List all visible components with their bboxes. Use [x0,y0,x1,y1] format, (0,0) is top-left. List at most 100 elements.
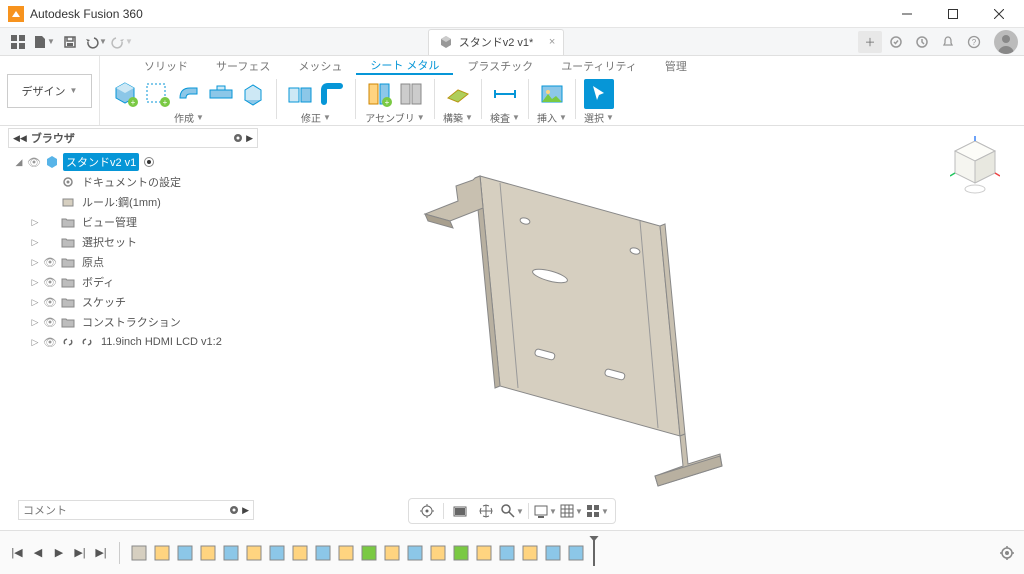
timeline-feature[interactable] [221,543,241,563]
timeline-feature[interactable] [175,543,195,563]
notifications-button[interactable] [936,31,960,53]
undo-button[interactable]: ▼ [84,31,108,53]
create-group-label[interactable]: 作成▼ [174,110,204,125]
flange-button[interactable] [174,79,204,109]
visibility-toggle[interactable]: 👁 [27,156,41,169]
select-group-label[interactable]: 選択▼ [584,110,614,125]
timeline-feature[interactable] [428,543,448,563]
timeline-feature[interactable] [520,543,540,563]
as-built-joint-button[interactable] [396,79,426,109]
display-settings-button[interactable]: ▼ [533,500,557,522]
pan-button[interactable] [474,500,498,522]
minimize-button[interactable] [884,0,930,28]
select-button[interactable] [584,79,614,109]
ribbon-tab-sheetmetal[interactable]: シート メタル [356,57,453,75]
close-button[interactable] [976,0,1022,28]
timeline-feature[interactable] [543,543,563,563]
comment-expand-icon[interactable]: ▶ [242,505,249,516]
browser-header[interactable]: ◀◀ ブラウザ ▶ [8,128,258,148]
viewport-button[interactable]: ▼ [585,500,609,522]
tree-item[interactable]: ▷👁11.9inch HDMI LCD v1:2 [14,332,258,352]
timeline-feature[interactable] [497,543,517,563]
timeline-feature[interactable] [405,543,425,563]
save-button[interactable] [58,31,82,53]
timeline-feature[interactable] [566,543,586,563]
timeline-play-button[interactable]: ▶ [50,544,68,562]
tree-item[interactable]: ドキュメントの設定 [14,172,258,192]
workspace-switcher[interactable]: デザイン▼ [7,74,93,108]
comment-panel[interactable]: コメント ▶ [18,500,254,520]
insert-group-label[interactable]: 挿入▼ [537,110,567,125]
timeline-end-button[interactable]: ▶| [92,544,110,562]
timeline-feature[interactable] [313,543,333,563]
timeline-feature[interactable] [290,543,310,563]
viewcube[interactable] [950,136,1000,186]
create-flat-button[interactable] [206,79,236,109]
new-component-button[interactable]: + [110,79,140,109]
unfold-button[interactable] [285,79,315,109]
tree-item[interactable]: ▷👁ボディ [14,272,258,292]
ribbon-tab-mesh[interactable]: メッシュ [284,58,356,74]
tree-item[interactable]: ▷👁スケッチ [14,292,258,312]
tree-item[interactable]: ルール:鋼(1mm) [14,192,258,212]
create-sketch-button[interactable]: + [142,79,172,109]
tree-item[interactable]: ▷選択セット [14,232,258,252]
measure-button[interactable] [490,79,520,109]
ribbon-tab-solid[interactable]: ソリッド [130,58,202,74]
user-avatar[interactable] [994,30,1018,54]
tree-item[interactable]: ▷👁コンストラクション [14,312,258,332]
timeline-feature[interactable] [244,543,264,563]
tree-root[interactable]: ◢ 👁 スタンドv2 v1 [14,152,258,172]
look-at-button[interactable] [448,500,472,522]
ribbon-tab-surface[interactable]: サーフェス [202,58,284,74]
document-tab[interactable]: スタンドv2 v1* × [428,29,565,55]
tree-item[interactable]: ▷👁原点 [14,252,258,272]
timeline-feature[interactable] [451,543,471,563]
timeline-feature[interactable] [359,543,379,563]
browser-settings-icon[interactable] [232,132,244,144]
job-status-button[interactable] [910,31,934,53]
timeline-feature[interactable] [129,543,149,563]
timeline-start-button[interactable]: |◀ [8,544,26,562]
timeline-feature[interactable] [382,543,402,563]
timeline-feature[interactable] [198,543,218,563]
modify-group-label[interactable]: 修正▼ [301,110,331,125]
extensions-button[interactable] [884,31,908,53]
zoom-button[interactable]: ▼ [500,500,524,522]
visibility-toggle[interactable]: 👁 [43,276,57,289]
timeline-feature[interactable] [152,543,172,563]
help-button[interactable]: ? [962,31,986,53]
visibility-toggle[interactable]: 👁 [43,256,57,269]
comment-settings-icon[interactable] [228,504,240,516]
visibility-toggle[interactable]: 👁 [43,316,57,329]
tab-close-icon[interactable]: × [549,36,555,48]
bend-button[interactable] [317,79,347,109]
timeline-settings-button[interactable] [998,544,1016,562]
data-panel-button[interactable] [6,31,30,53]
visibility-toggle[interactable]: 👁 [43,296,57,309]
visibility-toggle[interactable]: 👁 [43,336,57,349]
timeline-marker[interactable] [593,540,595,566]
joint-button[interactable]: + [364,79,394,109]
insert-button[interactable] [537,79,567,109]
timeline-forward-button[interactable]: ▶| [71,544,89,562]
ribbon-tab-plastic[interactable]: プラスチック [453,58,547,74]
construct-group-label[interactable]: 構築▼ [443,110,473,125]
inspect-group-label[interactable]: 検査▼ [490,110,520,125]
maximize-button[interactable] [930,0,976,28]
assemble-group-label[interactable]: アセンブリ▼ [365,110,424,125]
new-tab-button[interactable]: ＋ [858,31,882,53]
browser-collapse-icon[interactable]: ▶ [246,133,253,144]
timeline-feature[interactable] [474,543,494,563]
tree-item[interactable]: ▷ビュー管理 [14,212,258,232]
extrude-button[interactable] [238,79,268,109]
activate-radio[interactable] [144,157,154,167]
timeline-feature[interactable] [336,543,356,563]
grid-settings-button[interactable]: ▼ [559,500,583,522]
timeline-back-button[interactable]: ◀ [29,544,47,562]
redo-button[interactable]: ▼ [110,31,134,53]
file-menu-button[interactable]: ▼ [32,31,56,53]
timeline-feature[interactable] [267,543,287,563]
construct-plane-button[interactable] [443,79,473,109]
orbit-button[interactable] [415,500,439,522]
